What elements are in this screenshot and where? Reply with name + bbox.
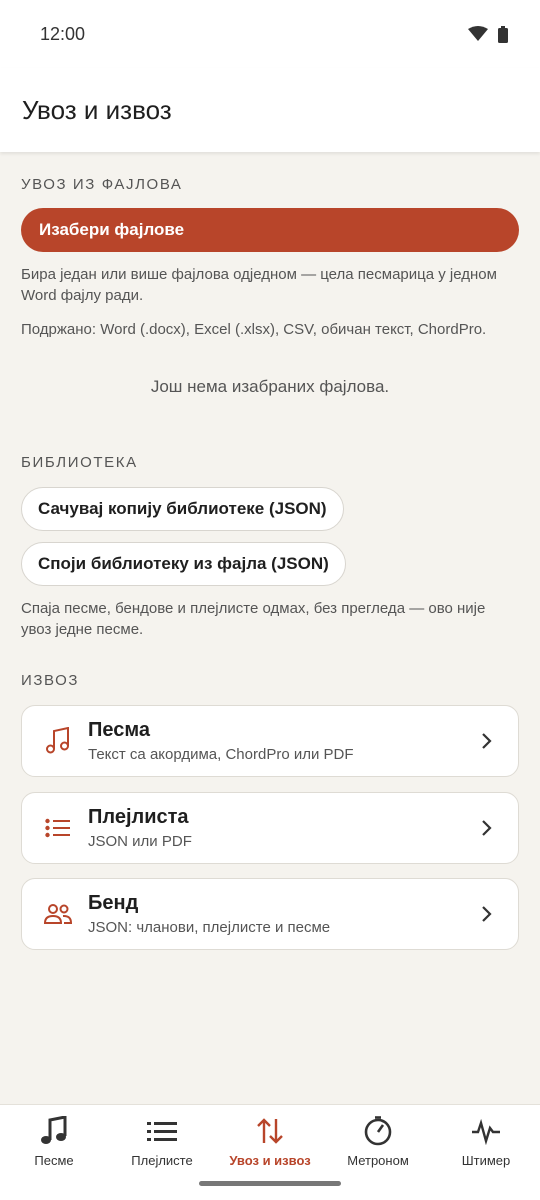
merge-library-button[interactable]: Споји библиотеку из фајла (JSON): [21, 542, 346, 586]
list-icon: [146, 1115, 178, 1147]
import-help-text: Бира један или више фајлова одједном — ц…: [21, 266, 497, 304]
export-song-card[interactable]: Песма Текст са акордима, ChordPro или PD…: [21, 705, 519, 777]
empty-selection-text: Још нема изабраних фајлова.: [150, 377, 390, 396]
pulse-icon: [470, 1115, 502, 1147]
metronome-icon: [362, 1115, 394, 1147]
library-help-text: Спаја песме, бендове и плејлисте одмах, …: [21, 600, 486, 638]
card-subtitle: JSON или PDF: [88, 833, 192, 850]
card-subtitle: Текст са акордима, ChordPro или PDF: [88, 746, 354, 763]
status-icons: [468, 25, 508, 43]
nav-item-songs[interactable]: Песме: [0, 1105, 108, 1200]
chevron-right-icon: [482, 906, 492, 922]
library-section-header: Библиотека: [21, 454, 138, 471]
export-section-header: Извоз: [21, 672, 80, 689]
card-title: Плејлиста: [88, 806, 189, 828]
app-bar: Увоз и извоз: [0, 68, 540, 152]
card-text: Бенд JSON: чланови, плејлисте и песме: [88, 892, 476, 936]
people-icon: [44, 900, 72, 928]
nav-label: Метроном: [347, 1153, 409, 1168]
status-time: 12:00: [40, 23, 86, 44]
export-playlist-card[interactable]: Плејлиста JSON или PDF: [21, 792, 519, 864]
chevron-right-icon: [482, 733, 492, 749]
supported-formats-text: Подржано: Word (.docx), Excel (.xlsx), C…: [21, 321, 487, 338]
nav-item-tuner[interactable]: Штимер: [432, 1105, 540, 1200]
main-content: Увоз из фајлова Изабери фајлове Бира јед…: [0, 152, 540, 1104]
nav-item-metronome[interactable]: Метроном: [324, 1105, 432, 1200]
export-band-card[interactable]: Бенд JSON: чланови, плејлисте и песме: [21, 878, 519, 950]
nav-label: Штимер: [461, 1153, 511, 1168]
backup-library-button[interactable]: Сачувај копију библиотеке (JSON): [21, 487, 344, 531]
music-note-icon: [44, 727, 72, 755]
nav-label: Песме: [34, 1153, 74, 1168]
import-section-header: Увоз из фајлова: [21, 176, 183, 193]
nav-label: Увоз и извоз: [229, 1153, 311, 1168]
card-text: Песма Текст са акордима, ChordPro или PD…: [88, 719, 476, 763]
card-text: Плејлиста JSON или PDF: [88, 806, 476, 850]
status-bar: 12:00: [0, 0, 540, 68]
gesture-bar[interactable]: [199, 1181, 341, 1186]
page-title: Увоз и извоз: [22, 94, 172, 125]
battery-icon: [498, 25, 508, 43]
music-note-icon: [38, 1115, 70, 1147]
card-subtitle: JSON: чланови, плејлисте и песме: [88, 919, 331, 936]
swap-vertical-icon: [254, 1115, 286, 1147]
card-title: Песма: [88, 719, 151, 741]
wifi-icon: [468, 26, 488, 41]
list-icon: [44, 814, 72, 842]
chevron-right-icon: [482, 820, 492, 836]
card-title: Бенд: [88, 892, 139, 914]
nav-label: Плејлисте: [131, 1153, 193, 1168]
choose-files-button[interactable]: Изабери фајлове: [21, 208, 519, 252]
